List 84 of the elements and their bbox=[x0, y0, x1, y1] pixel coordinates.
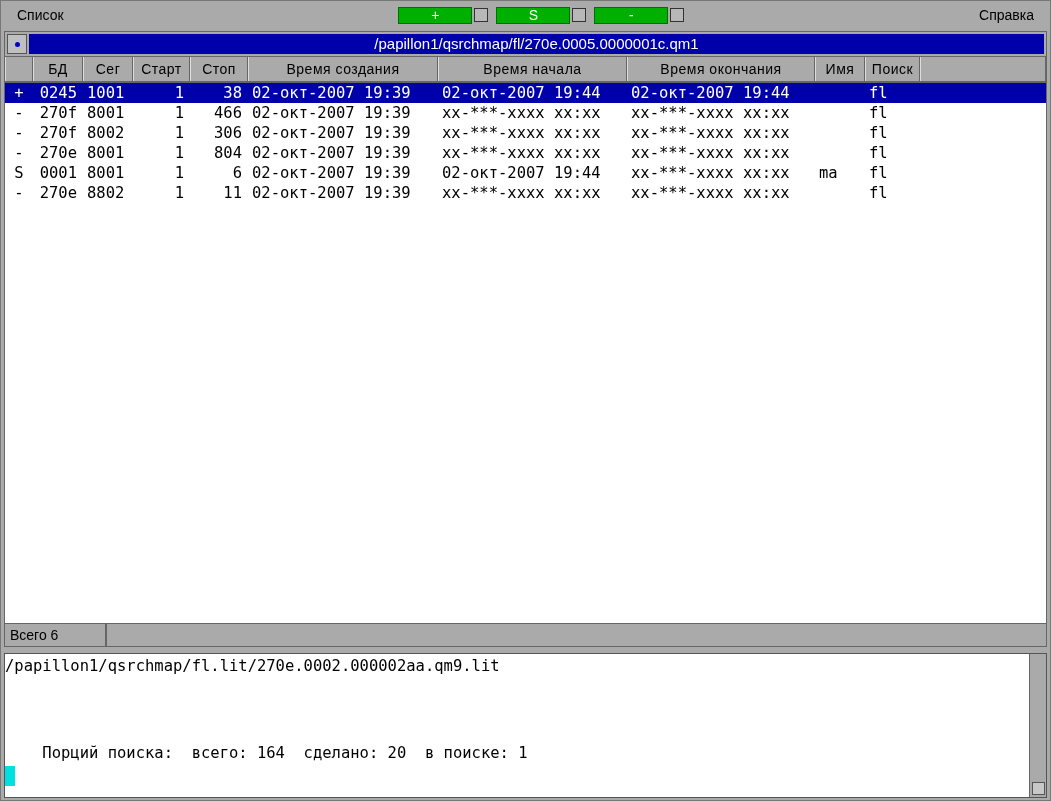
column-header[interactable]: Старт bbox=[133, 57, 190, 81]
table-cell: 02-окт-2007 19:39 bbox=[252, 124, 411, 142]
toggle-indicator[interactable] bbox=[572, 8, 587, 22]
table-cell: xx-***-xxxx xx:xx bbox=[442, 104, 601, 122]
table-row[interactable]: + 0245 1001 1 38 02-окт-2007 19:39 02-окт-2007 19:44 02-окт-2007 19:44 fl bbox=[5, 83, 1046, 103]
table-cell: 8802 bbox=[87, 184, 125, 202]
table-cell: fl bbox=[869, 144, 888, 162]
table-row[interactable]: - 270e 8802 1 11 02-окт-2007 19:39 xx-***-xxxx xx:xx xx-***-xxxx xx:xx fl bbox=[5, 183, 1046, 203]
table-cell: 1001 bbox=[87, 84, 125, 102]
table-cell: fl bbox=[869, 84, 888, 102]
table-cell: fl bbox=[869, 184, 888, 202]
table-row[interactable]: - 270f 8001 1 466 02-окт-2007 19:39 xx-***-xxxx xx:xx xx-***-xxxx xx:xx fl bbox=[5, 103, 1046, 123]
table-cell: 11 bbox=[223, 184, 242, 202]
table-cell: 02-окт-2007 19:39 bbox=[252, 184, 411, 202]
window-menu-button[interactable] bbox=[7, 34, 27, 54]
table-cell: 8001 bbox=[87, 164, 125, 182]
column-header[interactable] bbox=[5, 57, 33, 81]
scrollbar[interactable] bbox=[1029, 654, 1046, 797]
table-cell: 02-окт-2007 19:39 bbox=[252, 144, 411, 162]
table-cell: xx-***-xxxx xx:xx bbox=[442, 124, 601, 142]
table-cell: fl bbox=[869, 164, 888, 182]
table-cell: 306 bbox=[214, 124, 242, 142]
table-cell: 02-окт-2007 19:39 bbox=[252, 84, 411, 102]
table-cell: + bbox=[14, 84, 24, 102]
table-cell: 02-окт-2007 19:39 bbox=[252, 104, 411, 122]
table-cell: xx-***-xxxx xx:xx bbox=[631, 104, 790, 122]
table-row[interactable]: - 270e 8001 1 804 02-окт-2007 19:39 xx-***-xxxx xx:xx xx-***-xxxx xx:xx fl bbox=[5, 143, 1046, 163]
table-cell: 6 bbox=[232, 164, 242, 182]
table-cell: 270e bbox=[39, 144, 77, 162]
table-cell: ma bbox=[819, 164, 838, 182]
table-cell: S bbox=[14, 164, 24, 182]
status-total: Всего 6 bbox=[5, 624, 107, 646]
column-header[interactable]: Время создания bbox=[248, 57, 438, 81]
table-cell: 1 bbox=[174, 144, 184, 162]
table-cell: 02-окт-2007 19:44 bbox=[442, 164, 601, 182]
table-cell: 0001 bbox=[39, 164, 77, 182]
column-header[interactable]: Имя bbox=[815, 57, 865, 81]
table-cell: fl bbox=[869, 124, 888, 142]
table-cell: 466 bbox=[214, 104, 242, 122]
menu-item[interactable]: Справка bbox=[979, 7, 1034, 23]
table-cell: - bbox=[14, 144, 24, 162]
column-header[interactable]: Стоп bbox=[190, 57, 248, 81]
table-cell: xx-***-xxxx xx:xx bbox=[442, 184, 601, 202]
table-cell: - bbox=[14, 184, 24, 202]
table-cell: 02-окт-2007 19:44 bbox=[442, 84, 601, 102]
column-header[interactable]: Сег bbox=[83, 57, 133, 81]
menu-item[interactable]: Список bbox=[17, 7, 64, 23]
table-cell: 1 bbox=[174, 104, 184, 122]
text-cursor bbox=[5, 766, 15, 786]
scroll-button[interactable] bbox=[1031, 782, 1045, 795]
column-header[interactable]: Поиск bbox=[865, 57, 920, 81]
table-cell: 1 bbox=[174, 164, 184, 182]
table-cell: 270f bbox=[39, 104, 77, 122]
column-header[interactable]: Время начала bbox=[438, 57, 627, 81]
console-line: Порций поиска: всего: 164 сделано: 20 в поиске: 1 bbox=[41, 744, 528, 762]
console-line: /papillon1/qsrchmap/fl.lit/270e.0002.000002aa.qm9.lit bbox=[5, 657, 500, 675]
table-cell: 1 bbox=[174, 84, 184, 102]
table-cell: xx-***-xxxx xx:xx bbox=[631, 144, 790, 162]
table-cell: - bbox=[14, 104, 24, 122]
toggle-indicator[interactable] bbox=[474, 8, 489, 22]
table-cell: fl bbox=[869, 104, 888, 122]
table-cell: 02-окт-2007 19:44 bbox=[631, 84, 790, 102]
table-cell: 270f bbox=[39, 124, 77, 142]
table-cell: 8001 bbox=[87, 144, 125, 162]
column-header[interactable]: БД bbox=[33, 57, 83, 81]
table-cell: xx-***-xxxx xx:xx bbox=[631, 184, 790, 202]
table-cell: 270e bbox=[39, 184, 77, 202]
table-cell: xx-***-xxxx xx:xx bbox=[631, 164, 790, 182]
table-cell: 02-окт-2007 19:39 bbox=[252, 164, 411, 182]
table-cell: 1 bbox=[174, 184, 184, 202]
table-cell: 38 bbox=[223, 84, 242, 102]
window-title: /papillon1/qsrchmap/fl/270e.0005.0000001c.qm1 bbox=[29, 34, 1044, 54]
table-cell: 8001 bbox=[87, 104, 125, 122]
toggle-indicator[interactable] bbox=[670, 8, 685, 22]
table-cell: xx-***-xxxx xx:xx bbox=[631, 124, 790, 142]
table-row[interactable]: S 0001 8001 1 6 02-окт-2007 19:39 02-окт-2007 19:44 xx-***-xxxx xx:xx ma fl bbox=[5, 163, 1046, 183]
table-cell: xx-***-xxxx xx:xx bbox=[442, 144, 601, 162]
table-cell: 8002 bbox=[87, 124, 125, 142]
table-row[interactable]: - 270f 8002 1 306 02-окт-2007 19:39 xx-***-xxxx xx:xx xx-***-xxxx xx:xx fl bbox=[5, 123, 1046, 143]
table-cell: 1 bbox=[174, 124, 184, 142]
table-cell: 0245 bbox=[39, 84, 77, 102]
table-cell: 804 bbox=[214, 144, 242, 162]
column-header[interactable]: Время окончания bbox=[627, 57, 815, 81]
table-cell: - bbox=[14, 124, 24, 142]
